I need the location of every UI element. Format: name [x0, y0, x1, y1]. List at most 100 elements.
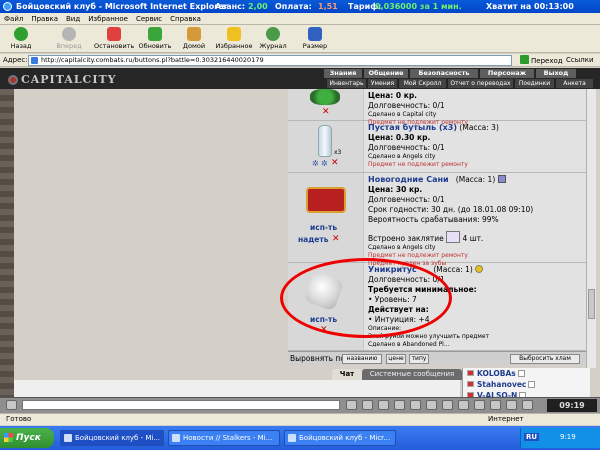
nav-skills[interactable]: Умения: [367, 79, 397, 88]
inventory-item: x3 ✲ ✲ ✕ Пустая бутыль (x3) (Масса: 3) Ц…: [288, 121, 586, 173]
go-arrow-icon: [520, 55, 529, 64]
camera-icon[interactable]: [458, 400, 469, 410]
online-user[interactable]: Stahanovec: [467, 380, 536, 389]
walk-icon[interactable]: [426, 400, 437, 410]
sort-by-type-button[interactable]: типу: [409, 354, 429, 364]
item-durability: Долговечность: 0/1: [368, 195, 445, 204]
item-chance: Вероятность срабатывания: 99%: [368, 215, 499, 224]
settings-icon[interactable]: [506, 400, 517, 410]
nav-communication[interactable]: Общение: [364, 69, 408, 78]
sound-icon[interactable]: [490, 400, 501, 410]
menu-edit[interactable]: Правка: [27, 13, 62, 25]
taskbar-item-fightclub[interactable]: Бойцовский клуб - Mi...: [60, 430, 164, 446]
taskbar-item-fightclub-2[interactable]: Бойцовский клуб - Micr...: [284, 430, 396, 446]
language-indicator[interactable]: RU: [524, 433, 540, 441]
nav-knowledge[interactable]: Знания: [324, 69, 362, 78]
chat-filter-icon[interactable]: [6, 400, 17, 410]
nav-inventory[interactable]: Инвентарь: [326, 79, 366, 88]
go-button[interactable]: Переход: [520, 55, 563, 65]
refresh-button[interactable]: Обновить: [138, 27, 172, 50]
refresh-icon: [148, 27, 162, 41]
fight-icon[interactable]: [410, 400, 421, 410]
nav-exit[interactable]: Выход: [536, 69, 576, 78]
history-icon: [266, 27, 280, 41]
sort-by-name-button[interactable]: названию: [342, 354, 382, 364]
nav-profile[interactable]: Анкета: [555, 79, 593, 88]
menu-tools[interactable]: Сервис: [132, 13, 166, 25]
item-expiry: Срок годности: 30 дн. (до 18.01.08 09:10…: [368, 205, 534, 214]
item-made: Сделано в Angels city: [368, 244, 436, 251]
item-mass: (Масса: 3): [459, 123, 499, 132]
nav-battles[interactable]: Поединки: [514, 79, 554, 88]
capitalcity-logo: CAPITALCITY: [8, 73, 117, 86]
forward-button[interactable]: Вперед: [54, 27, 84, 50]
delete-icon[interactable]: ✕: [322, 107, 330, 117]
online-user[interactable]: KOLOBAs: [467, 369, 525, 378]
nav-character[interactable]: Персонаж: [480, 69, 534, 78]
tab-system-messages[interactable]: Системные сообщения: [362, 369, 462, 380]
history-button[interactable]: Журнал: [258, 27, 288, 50]
home-icon: [187, 27, 201, 41]
delete-icon[interactable]: ✕: [331, 158, 339, 168]
refresh-online-icon[interactable]: [474, 400, 485, 410]
chat-input[interactable]: [22, 400, 340, 410]
item-image-box: x3 ✲ ✲ ✕: [288, 121, 364, 172]
menu-view[interactable]: Вид: [62, 13, 84, 25]
forward-arrow-icon: [62, 27, 76, 41]
chat-area[interactable]: [14, 380, 460, 397]
nav-my-scroll[interactable]: Мой Скролл: [398, 79, 446, 88]
address-input[interactable]: http://capitalcity.combats.ru/buttons.pl…: [28, 55, 512, 66]
home-button[interactable]: Домой: [180, 27, 208, 50]
info-icon[interactable]: [528, 381, 536, 388]
address-bar: Адрес: http://capitalcity.combats.ru/but…: [0, 54, 600, 67]
key-icon[interactable]: [378, 400, 389, 410]
drop-junk-button[interactable]: Выбросить хлам: [510, 354, 580, 364]
advance-label: Аванс:: [215, 2, 246, 11]
ie-icon: [288, 434, 296, 442]
mail-icon[interactable]: [442, 400, 453, 410]
wear-button[interactable]: надеть: [298, 235, 328, 244]
info-icon[interactable]: [517, 370, 525, 377]
back-button[interactable]: Назад: [6, 27, 36, 50]
item-name[interactable]: Пустая бутыль (x3): [368, 123, 457, 132]
payment-label: Оплата:: [275, 2, 312, 11]
nav-transfer-report[interactable]: Отчет о переводах: [447, 79, 513, 88]
item-name[interactable]: Новогодние Сани: [368, 175, 449, 184]
item-price: Цена: 30 кр.: [368, 185, 423, 194]
menu-favorites[interactable]: Избранное: [84, 13, 132, 25]
exit-icon[interactable]: [522, 400, 533, 410]
stop-button[interactable]: Остановить: [94, 27, 134, 50]
menu-file[interactable]: Файл: [0, 13, 27, 25]
nav-security[interactable]: Безопасность: [410, 69, 478, 78]
payment-value: 1,51: [318, 2, 338, 11]
browser-toolbar: Назад Вперед Остановить Обновить Домой И…: [0, 25, 600, 53]
favorites-button[interactable]: Избранное: [214, 27, 254, 50]
sort-bar: Выровнять по названию цене типу Выбросит…: [288, 351, 586, 365]
inventory-scrollbar[interactable]: [586, 89, 596, 368]
menu-help[interactable]: Справка: [166, 13, 205, 25]
start-button[interactable]: Пуск: [0, 428, 54, 448]
item-image-box: ✕: [288, 89, 364, 120]
highlight-circle: [280, 258, 452, 338]
split-icon[interactable]: ✲: [312, 159, 319, 168]
size-button[interactable]: Размер: [300, 27, 330, 50]
sort-by-price-button[interactable]: цене: [386, 354, 406, 364]
scrollbar-thumb[interactable]: [588, 289, 595, 319]
item-durability: Долговечность: 0/1: [368, 143, 445, 152]
taskbar-item-stalkers[interactable]: Новости // Stalkers - Mi...: [168, 430, 280, 446]
info-icon[interactable]: [475, 265, 484, 273]
address-label: Адрес:: [3, 56, 28, 64]
translit-icon[interactable]: [394, 400, 405, 410]
drop-icon[interactable]: ✲: [321, 159, 328, 168]
item-made: Сделано в Abandoned Pl...: [368, 341, 450, 348]
spell-scroll-icon[interactable]: [446, 231, 461, 243]
item-repair: Предмет не подлежит ремонту: [368, 161, 468, 168]
tab-chat[interactable]: Чат: [332, 369, 362, 380]
delete-icon[interactable]: ✕: [332, 234, 340, 244]
smiles-icon[interactable]: [362, 400, 373, 410]
use-button[interactable]: исп-ть: [310, 223, 337, 232]
item-spell: Встроено заклятие: [368, 234, 444, 243]
clear-chat-icon[interactable]: [346, 400, 357, 410]
links-button[interactable]: Ссылки: [566, 56, 594, 64]
enough-text: Хватит на 00:13:00: [486, 2, 574, 11]
